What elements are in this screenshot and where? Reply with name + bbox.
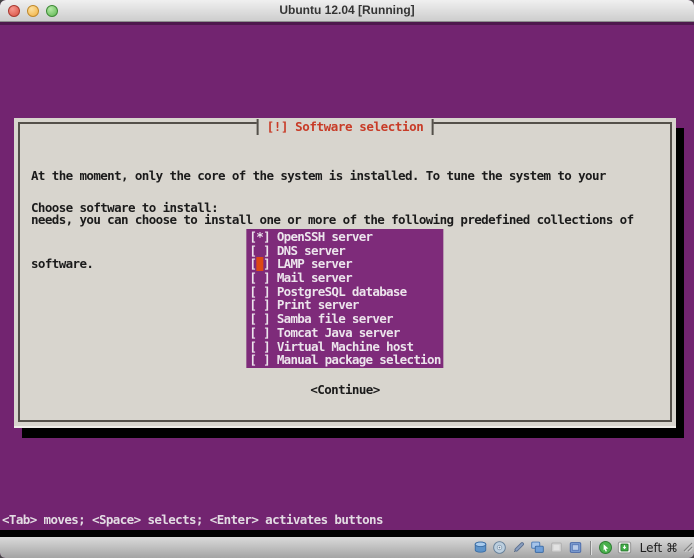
intro-line: needs, you can choose to install one or … (31, 213, 634, 228)
vm-window: Ubuntu 12.04 [Running] [!] Software sele… (0, 0, 694, 558)
virtualbox-statusbar: Left ⌘ (0, 537, 694, 558)
software-selection-dialog: [!] Software selection At the moment, on… (14, 118, 676, 428)
software-option[interactable]: [ ] Virtual Machine host (249, 340, 440, 354)
vm-display[interactable]: [!] Software selection At the moment, on… (0, 22, 694, 530)
checkbox-marker: * (256, 230, 263, 244)
software-option[interactable]: [*] OpenSSH server (249, 230, 440, 244)
software-option[interactable]: [ ] Tomcat Java server (249, 326, 440, 340)
choose-software-prompt: Choose software to install: (31, 200, 218, 215)
optical-disc-icon[interactable] (492, 540, 508, 556)
window-titlebar[interactable]: Ubuntu 12.04 [Running] (0, 0, 694, 22)
checkbox-cursor (256, 257, 263, 271)
keyboard-capture-icon[interactable] (617, 540, 633, 556)
floppy-icon[interactable] (511, 540, 527, 556)
software-option[interactable]: [ ] PostgreSQL database (249, 285, 440, 299)
vm-screen-bottom-edge (0, 530, 694, 537)
host-key-label: Left ⌘ (640, 541, 678, 555)
checkbox-marker (256, 244, 263, 258)
software-option-label: Manual package selection (270, 352, 441, 367)
software-option[interactable]: [ ] Manual package selection (249, 353, 440, 367)
mouse-integration-icon[interactable] (598, 540, 614, 556)
software-list[interactable]: [*] OpenSSH server[ ] DNS server[ ] LAMP… (246, 229, 443, 368)
hdd-icon[interactable] (473, 540, 489, 556)
checkbox-marker (256, 326, 263, 340)
continue-button[interactable]: <Continue> (310, 382, 379, 397)
software-option[interactable]: [ ] DNS server (249, 244, 440, 258)
checkbox-marker (256, 312, 263, 326)
shared-folders-icon[interactable] (568, 540, 584, 556)
usb-icon[interactable] (549, 540, 565, 556)
software-option[interactable]: [ ] LAMP server (249, 257, 440, 271)
software-option[interactable]: [ ] Mail server (249, 271, 440, 285)
checkbox-marker (256, 285, 263, 299)
checkbox-marker (256, 271, 263, 285)
statusbar-divider (590, 541, 592, 555)
software-option[interactable]: [ ] Print server (249, 298, 440, 312)
resize-grip[interactable] (681, 539, 693, 557)
keyboard-help-line: <Tab> moves; <Space> selects; <Enter> ac… (2, 512, 383, 527)
checkbox-marker (256, 353, 263, 367)
checkbox-marker (256, 340, 263, 354)
network-icon[interactable] (530, 540, 546, 556)
dialog-title: [!] Software selection (257, 119, 434, 135)
checkbox-marker (256, 298, 263, 312)
window-title: Ubuntu 12.04 [Running] (0, 0, 694, 21)
intro-line: At the moment, only the core of the syst… (31, 169, 634, 184)
software-option[interactable]: [ ] Samba file server (249, 312, 440, 326)
